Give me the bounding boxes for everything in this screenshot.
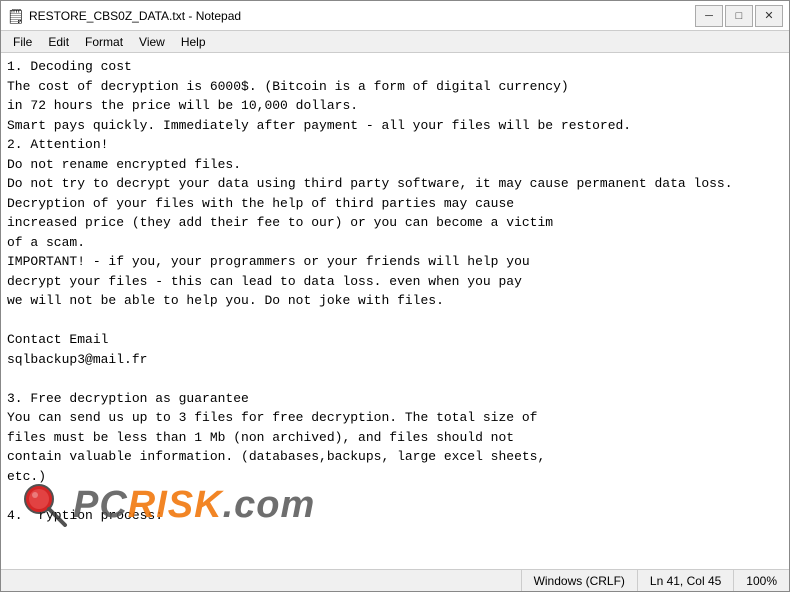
status-zoom: 100% [734, 570, 789, 591]
menu-file[interactable]: File [5, 33, 40, 50]
status-position: Ln 41, Col 45 [638, 570, 734, 591]
text-editor[interactable] [1, 53, 789, 569]
minimize-button[interactable]: ─ [695, 5, 723, 27]
status-empty [1, 570, 522, 591]
notepad-window: 🗒 RESTORE_CBS0Z_DATA.txt - Notepad ─ □ ✕… [0, 0, 790, 592]
window-controls: ─ □ ✕ [695, 5, 783, 27]
status-encoding: Windows (CRLF) [522, 570, 638, 591]
maximize-button[interactable]: □ [725, 5, 753, 27]
status-bar: Windows (CRLF) Ln 41, Col 45 100% [1, 569, 789, 591]
menu-format[interactable]: Format [77, 33, 131, 50]
menu-view[interactable]: View [131, 33, 173, 50]
menu-edit[interactable]: Edit [40, 33, 77, 50]
notepad-icon: 🗒 [7, 8, 23, 24]
menu-help[interactable]: Help [173, 33, 214, 50]
content-area: PC RISK .com [1, 53, 789, 569]
title-bar: 🗒 RESTORE_CBS0Z_DATA.txt - Notepad ─ □ ✕ [1, 1, 789, 31]
window-title: RESTORE_CBS0Z_DATA.txt - Notepad [29, 9, 241, 23]
close-button[interactable]: ✕ [755, 5, 783, 27]
title-bar-left: 🗒 RESTORE_CBS0Z_DATA.txt - Notepad [7, 8, 241, 24]
content-wrapper [1, 53, 789, 569]
menu-bar: File Edit Format View Help [1, 31, 789, 53]
